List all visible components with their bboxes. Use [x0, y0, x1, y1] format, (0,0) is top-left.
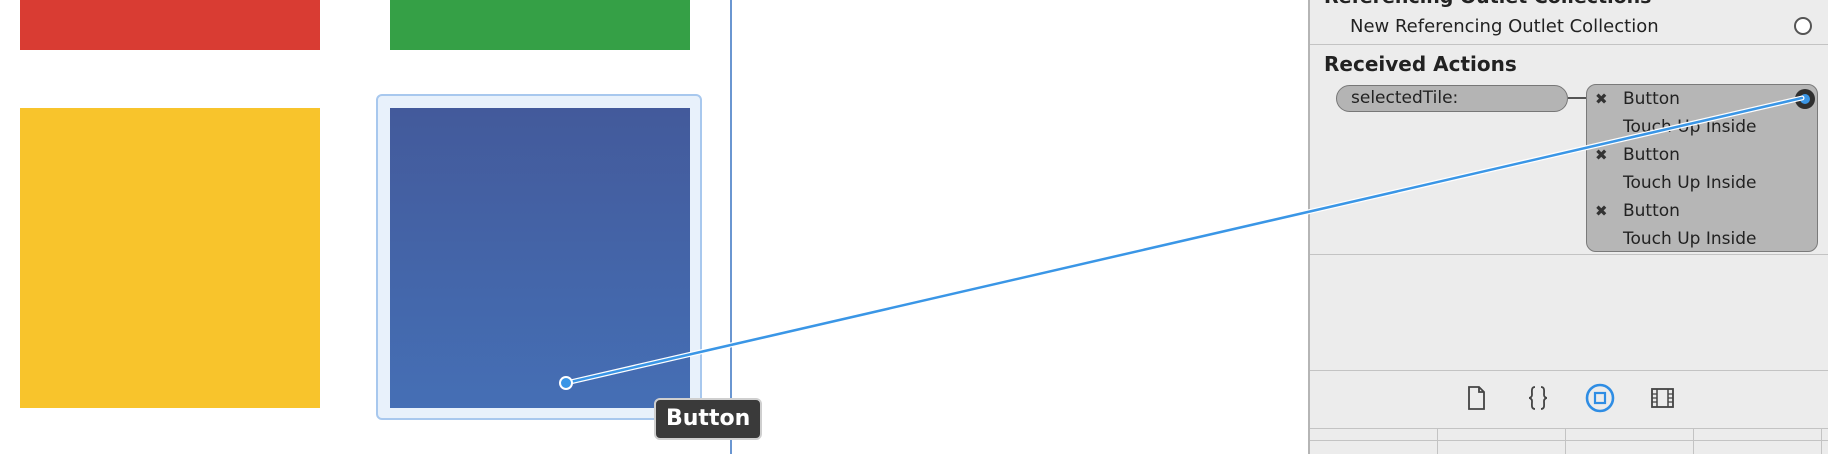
section-divider	[1310, 254, 1828, 255]
connection-source-row: ✖ Button	[1587, 85, 1817, 113]
connection-source-row: ✖ Button	[1587, 141, 1817, 169]
action-connector	[1568, 97, 1588, 99]
grid-cell	[1566, 428, 1694, 454]
grid-cell	[1310, 428, 1438, 454]
connection-endpoint-icon[interactable]	[1795, 89, 1815, 109]
green-tile-button[interactable]	[390, 0, 690, 50]
yellow-tile-button[interactable]	[20, 108, 320, 408]
red-tile-button[interactable]	[20, 0, 320, 50]
connection-event-label: Touch Up Inside	[1623, 117, 1757, 137]
referencing-outlet-collections-header: Referencing Outlet Collections	[1324, 0, 1651, 8]
blue-tile-button[interactable]	[390, 108, 690, 408]
received-actions-header: Received Actions	[1324, 52, 1517, 76]
new-referencing-outlet-collection-label: New Referencing Outlet Collection	[1350, 16, 1659, 37]
connection-event-label: Touch Up Inside	[1623, 173, 1757, 193]
inspector-toolbar	[1310, 372, 1828, 424]
connection-event-label: Touch Up Inside	[1623, 229, 1757, 249]
connection-source-row: ✖ Button	[1587, 197, 1817, 225]
remove-connection-icon[interactable]: ✖	[1595, 85, 1608, 113]
scene-boundary	[730, 0, 732, 454]
file-icon[interactable]	[1460, 382, 1492, 414]
remove-connection-icon[interactable]: ✖	[1595, 141, 1608, 169]
action-selectedTile[interactable]: selectedTile:	[1336, 85, 1568, 112]
section-divider	[1310, 44, 1828, 45]
connections-inspector: Referencing Outlet Collections New Refer…	[1308, 0, 1828, 454]
object-icon[interactable]	[1584, 382, 1616, 414]
connection-source-label: Button	[1623, 145, 1680, 165]
braces-icon[interactable]	[1522, 382, 1554, 414]
toolbar-divider	[1310, 370, 1828, 371]
new-referencing-outlet-connect-circle[interactable]	[1794, 17, 1812, 35]
grid-cell	[1438, 428, 1566, 454]
connection-event-row: Touch Up Inside	[1587, 225, 1817, 253]
connection-source-label: Button	[1623, 89, 1680, 109]
library-icon[interactable]	[1646, 382, 1678, 414]
remove-connection-icon[interactable]: ✖	[1595, 197, 1608, 225]
grid-cell	[1694, 428, 1822, 454]
connection-source-label: Button	[1623, 201, 1680, 221]
drag-tooltip: Button	[654, 398, 763, 440]
connection-event-row: Touch Up Inside	[1587, 113, 1817, 141]
connection-event-row: Touch Up Inside	[1587, 169, 1817, 197]
action-connections-list: ✖ Button Touch Up Inside ✖ Button Touch …	[1586, 84, 1818, 252]
